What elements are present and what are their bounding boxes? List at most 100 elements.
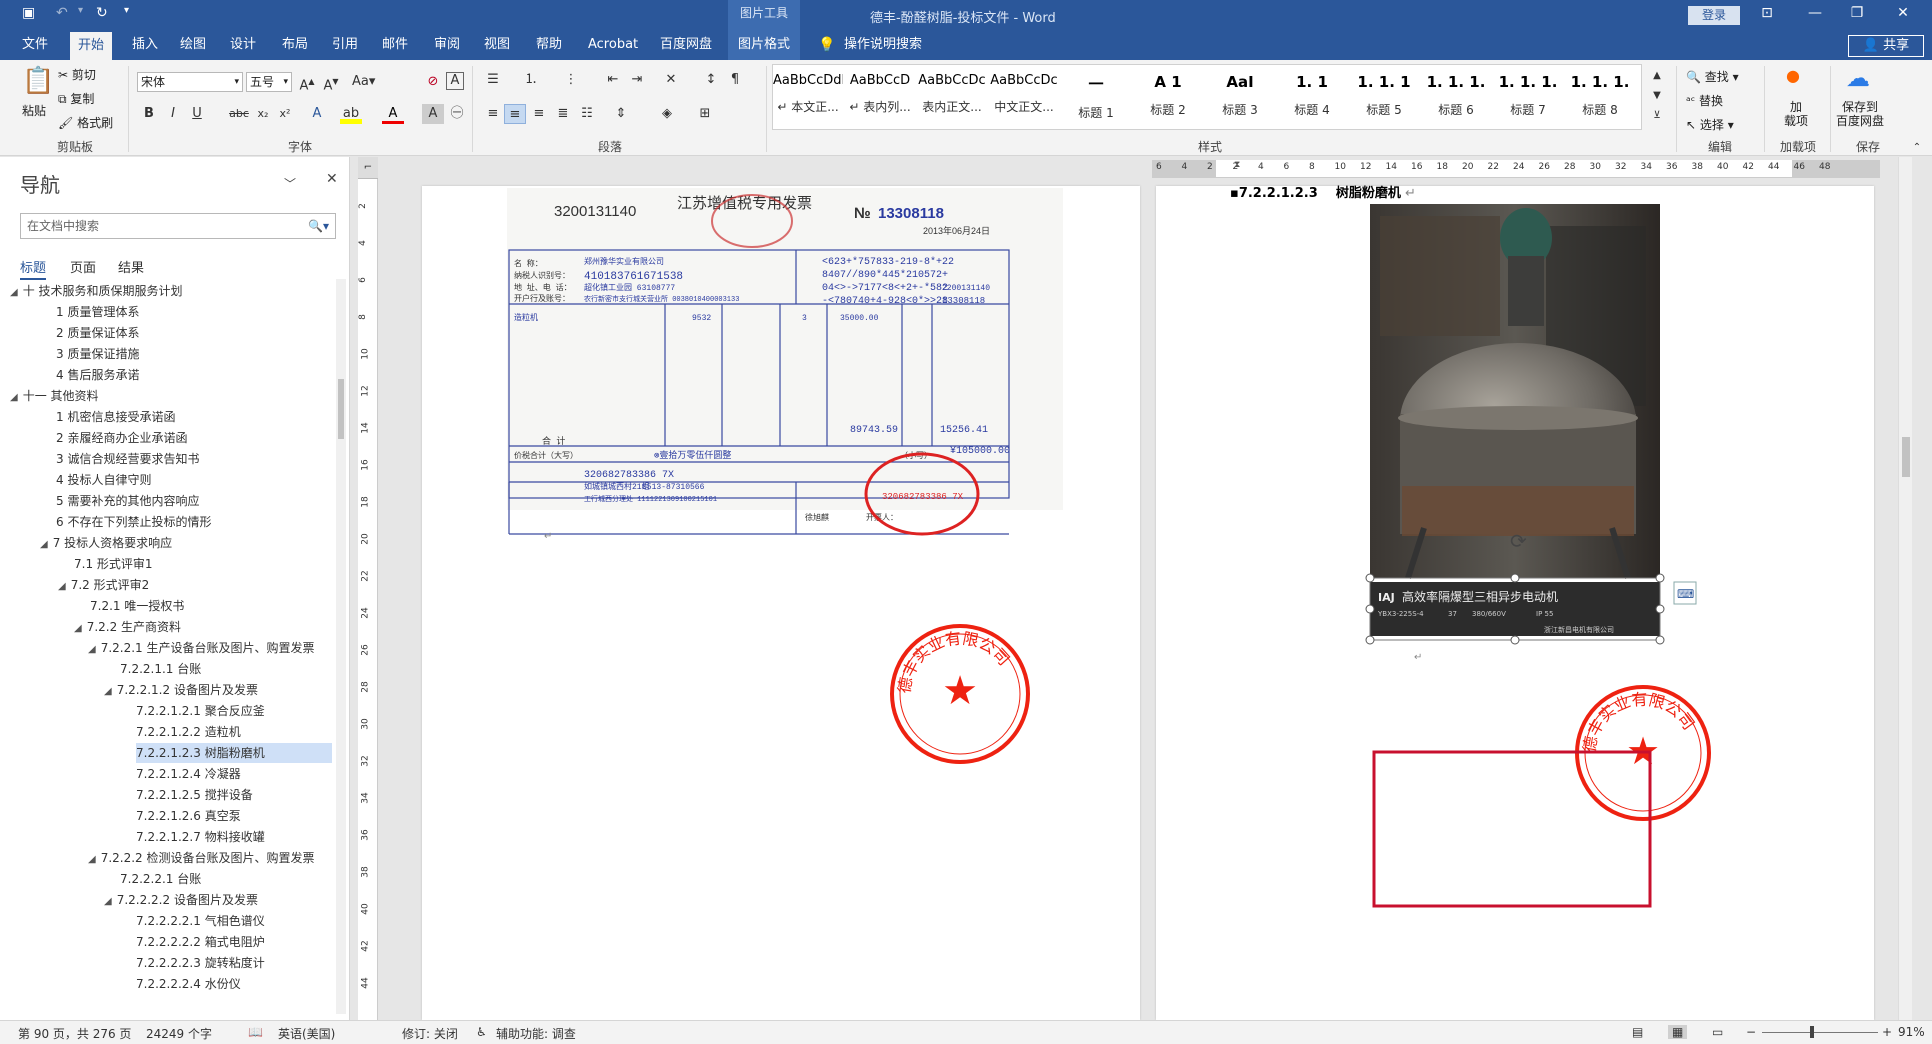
nav-heading-item[interactable]: ◢ 7.2.2.2 检测设备台账及图片、购置发票 <box>88 848 315 868</box>
rotate-handle-icon[interactable]: ⟳ <box>1510 529 1527 553</box>
style-item[interactable]: AaBbCcDc 中文正文... <box>989 65 1059 129</box>
nav-heading-item[interactable]: 3 质量保证措施 <box>56 344 139 364</box>
nav-heading-item[interactable]: 7.2.2.1.1 台账 <box>120 659 201 679</box>
zoom-out-icon[interactable]: − <box>1746 1025 1756 1039</box>
tab-file[interactable]: 文件 <box>14 30 56 60</box>
styles-scroll-up-icon[interactable]: ▲ <box>1646 66 1668 86</box>
save-to-baidu-button[interactable]: 保存到 百度网盘 <box>1836 100 1884 128</box>
nav-heading-item[interactable]: 7.2.2.1.2.1 聚合反应釜 <box>136 701 265 721</box>
reactor-photo[interactable] <box>1370 204 1660 579</box>
character-border-icon[interactable]: A <box>446 72 464 90</box>
nav-scrollbar[interactable] <box>336 279 346 1014</box>
tab-acrobat[interactable]: Acrobat <box>580 30 646 60</box>
close-icon[interactable]: ✕ <box>1888 5 1918 21</box>
collapse-triangle-icon[interactable]: ◢ <box>74 623 82 634</box>
numbering-icon[interactable]: ⒈ <box>520 70 542 90</box>
zoom-in-icon[interactable]: + <box>1882 1025 1892 1039</box>
style-item[interactable]: 一标题 1 <box>1061 65 1131 129</box>
line-spacing-icon[interactable]: ⇕ <box>610 104 632 124</box>
change-case-icon[interactable]: Aa▾ <box>352 72 375 92</box>
copy-button[interactable]: ⧉ 复制 <box>58 90 94 107</box>
collapse-triangle-icon[interactable]: ◢ <box>104 686 112 697</box>
tab-picture-format[interactable]: 图片格式 <box>728 30 800 60</box>
undo-dropdown-icon[interactable]: ▾ <box>78 5 83 16</box>
baidu-cloud-icon[interactable]: ☁ <box>1846 64 1870 92</box>
align-right-icon[interactable]: ≡ <box>528 104 550 124</box>
style-item[interactable]: AaBbCcD ↵ 表内列... <box>845 65 915 129</box>
nav-heading-item[interactable]: 7.2.2.2.2.3 旋转粘度计 <box>136 953 265 973</box>
nav-heading-item[interactable]: 2 亲履经商办企业承诺函 <box>56 428 187 448</box>
nav-heading-item[interactable]: 7.2.2.2.1 台账 <box>120 869 201 889</box>
annotation-rectangle[interactable] <box>1372 750 1652 908</box>
paste-icon[interactable]: 📋 <box>22 66 54 96</box>
zoom-slider[interactable] <box>1762 1032 1878 1033</box>
format-painter-button[interactable]: 🖌 格式刷 <box>58 114 113 131</box>
nav-tab-pages[interactable]: 页面 <box>70 257 96 276</box>
font-name-combo[interactable]: 宋体 ▾ <box>137 72 243 92</box>
character-shading-icon[interactable]: A <box>422 104 444 124</box>
nav-heading-item[interactable]: ◢ 7.2 形式评审2 <box>58 575 149 595</box>
page-count[interactable]: 第 90 页，共 276 页 <box>18 1025 131 1042</box>
bullets-icon[interactable]: ☰ <box>482 70 504 90</box>
nav-heading-item[interactable]: 4 售后服务承诺 <box>56 365 139 385</box>
show-marks-icon[interactable]: ¶ <box>724 70 746 90</box>
style-item[interactable]: AaBbCcDc 表内正文... <box>917 65 987 129</box>
read-mode-icon[interactable]: ▤ <box>1632 1025 1643 1039</box>
borders-icon[interactable]: ⊞ <box>694 104 716 124</box>
tab-review[interactable]: 审阅 <box>426 30 468 60</box>
nav-heading-item[interactable]: ◢ 7.2.2.2.2 设备图片及发票 <box>104 890 258 910</box>
nav-close-icon[interactable]: ✕ <box>326 171 338 187</box>
nav-heading-item[interactable]: ◢ 十一 其他资料 <box>10 386 99 406</box>
tab-layout[interactable]: 布局 <box>274 30 316 60</box>
collapse-triangle-icon[interactable]: ◢ <box>40 539 48 550</box>
vertical-ruler[interactable]: ⌐ 2 4 6 8 10 12 14 16 18 20 22 24 26 28 30 32 34 36 38 40 42… <box>358 157 378 1020</box>
font-size-combo[interactable]: 五号 ▾ <box>246 72 292 92</box>
nav-heading-item[interactable]: 4 投标人自律守则 <box>56 470 151 490</box>
strikethrough-icon[interactable]: abc <box>228 104 250 124</box>
decrease-indent-icon[interactable]: ⇤ <box>602 70 624 90</box>
collapse-triangle-icon[interactable]: ◢ <box>88 644 96 655</box>
nav-heading-item[interactable]: 7.2.2.2.2.4 水份仪 <box>136 974 241 994</box>
print-layout-icon[interactable]: ▦ <box>1668 1025 1688 1039</box>
style-item[interactable]: 1. 1. 1. 标题 8 <box>1565 65 1635 129</box>
shading-icon[interactable]: ◈ <box>656 104 678 124</box>
collapse-triangle-icon[interactable]: ◢ <box>58 581 66 592</box>
tab-selector-icon[interactable]: ⌐ <box>358 157 378 179</box>
nameplate-photo[interactable]: IAJ 高效率隔爆型三相异步电动机 YBX3-225S-4 37 380/660… <box>1370 582 1660 636</box>
nav-heading-item[interactable]: ◢ 7.2.2.1.2 设备图片及发票 <box>104 680 258 700</box>
accessibility-status[interactable]: 辅助功能: 调查 <box>496 1025 576 1042</box>
nav-heading-item[interactable]: 7.2.2.1.2.2 造粒机 <box>136 722 241 742</box>
multilevel-list-icon[interactable]: ⋮ <box>560 70 582 90</box>
nav-heading-item[interactable]: 7.2.2.1.2.4 冷凝器 <box>136 764 241 784</box>
tab-mailings[interactable]: 邮件 <box>374 30 416 60</box>
replace-button[interactable]: ᵃᶜ 替换 <box>1686 92 1723 109</box>
login-button[interactable]: 登录 <box>1688 6 1740 25</box>
nav-heading-item[interactable]: 7.2.1 唯一授权书 <box>90 596 184 616</box>
load-addins-button[interactable]: 加 载项 <box>1784 100 1808 128</box>
nav-heading-item[interactable]: 7.2.2.1.2.5 搅拌设备 <box>136 785 253 805</box>
tab-insert[interactable]: 插入 <box>124 30 166 60</box>
share-button[interactable]: 👤 共享 <box>1848 35 1924 57</box>
nav-heading-item[interactable]: 6 不存在下列禁止投标的情形 <box>56 512 211 532</box>
nav-tab-results[interactable]: 结果 <box>118 257 144 276</box>
find-button[interactable]: 🔍 查找 ▾ <box>1686 68 1739 85</box>
shrink-font-icon[interactable]: A▼ <box>320 72 342 93</box>
nav-heading-item[interactable]: ◢ 7 投标人资格要求响应 <box>40 533 172 553</box>
nav-heading-item[interactable]: 7.2.2.1.2.6 真空泵 <box>136 806 241 826</box>
style-item[interactable]: 1. 1. 1 标题 5 <box>1349 65 1419 129</box>
subscript-icon[interactable]: x₂ <box>252 104 274 124</box>
font-color-icon[interactable]: A <box>382 104 404 124</box>
section-heading[interactable]: ▪7.2.2.1.2.3 树脂粉磨机 ↵ <box>1230 182 1416 201</box>
underline-icon[interactable]: U <box>186 104 208 124</box>
style-item[interactable]: 1. 1 标题 4 <box>1277 65 1347 129</box>
enclose-character-icon[interactable]: ㊀ <box>446 104 468 124</box>
text-effects-icon[interactable]: A <box>306 104 328 124</box>
justify-icon[interactable]: ≣ <box>552 104 574 124</box>
language[interactable]: 英语(美国) <box>278 1025 335 1042</box>
customize-quick-access-icon[interactable]: ▾ <box>124 5 129 16</box>
restore-icon[interactable]: ❐ <box>1842 5 1872 21</box>
styles-more-icon[interactable]: ⊻ <box>1646 106 1668 126</box>
styles-scroll-down-icon[interactable]: ▼ <box>1646 86 1668 106</box>
nav-heading-item[interactable]: 2 质量保证体系 <box>56 323 139 343</box>
nav-heading-item[interactable]: ◢ 7.2.2 生产商资料 <box>74 617 181 637</box>
